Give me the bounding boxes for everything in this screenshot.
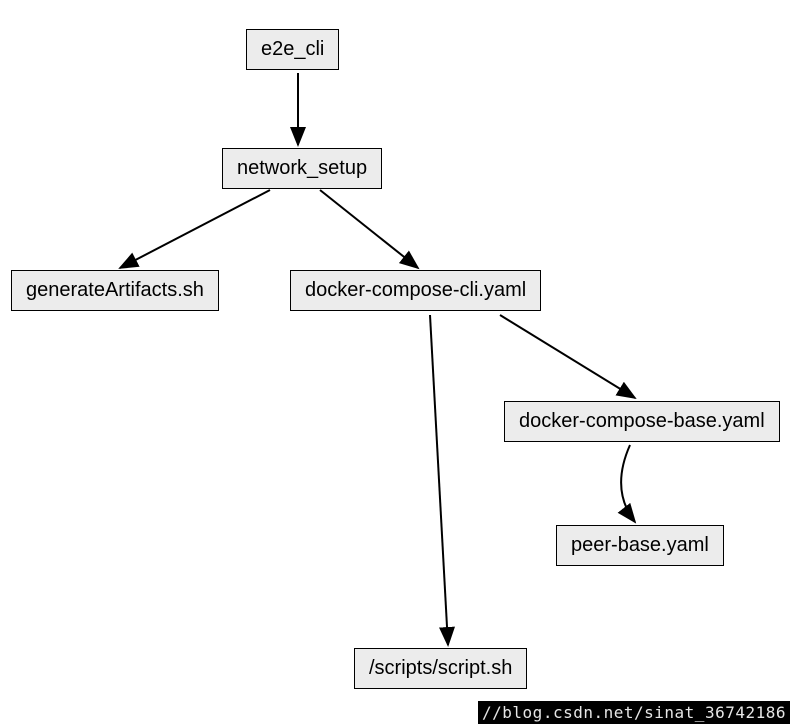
diagram-edges	[0, 0, 790, 724]
node-script: /scripts/script.sh	[354, 648, 527, 689]
node-e2e-cli: e2e_cli	[246, 29, 339, 70]
node-docker-compose-base: docker-compose-base.yaml	[504, 401, 780, 442]
node-label: docker-compose-base.yaml	[519, 410, 765, 432]
node-label: network_setup	[237, 157, 367, 179]
node-generate-artifacts: generateArtifacts.sh	[11, 270, 219, 311]
node-label: peer-base.yaml	[571, 534, 709, 556]
node-peer-base: peer-base.yaml	[556, 525, 724, 566]
node-label: e2e_cli	[261, 38, 324, 60]
watermark: //blog.csdn.net/sinat_36742186	[478, 701, 790, 724]
node-label: generateArtifacts.sh	[26, 279, 204, 301]
node-label: /scripts/script.sh	[369, 657, 512, 679]
node-docker-compose-cli: docker-compose-cli.yaml	[290, 270, 541, 311]
node-label: docker-compose-cli.yaml	[305, 279, 526, 301]
watermark-text: //blog.csdn.net/sinat_36742186	[482, 703, 786, 722]
node-network-setup: network_setup	[222, 148, 382, 189]
